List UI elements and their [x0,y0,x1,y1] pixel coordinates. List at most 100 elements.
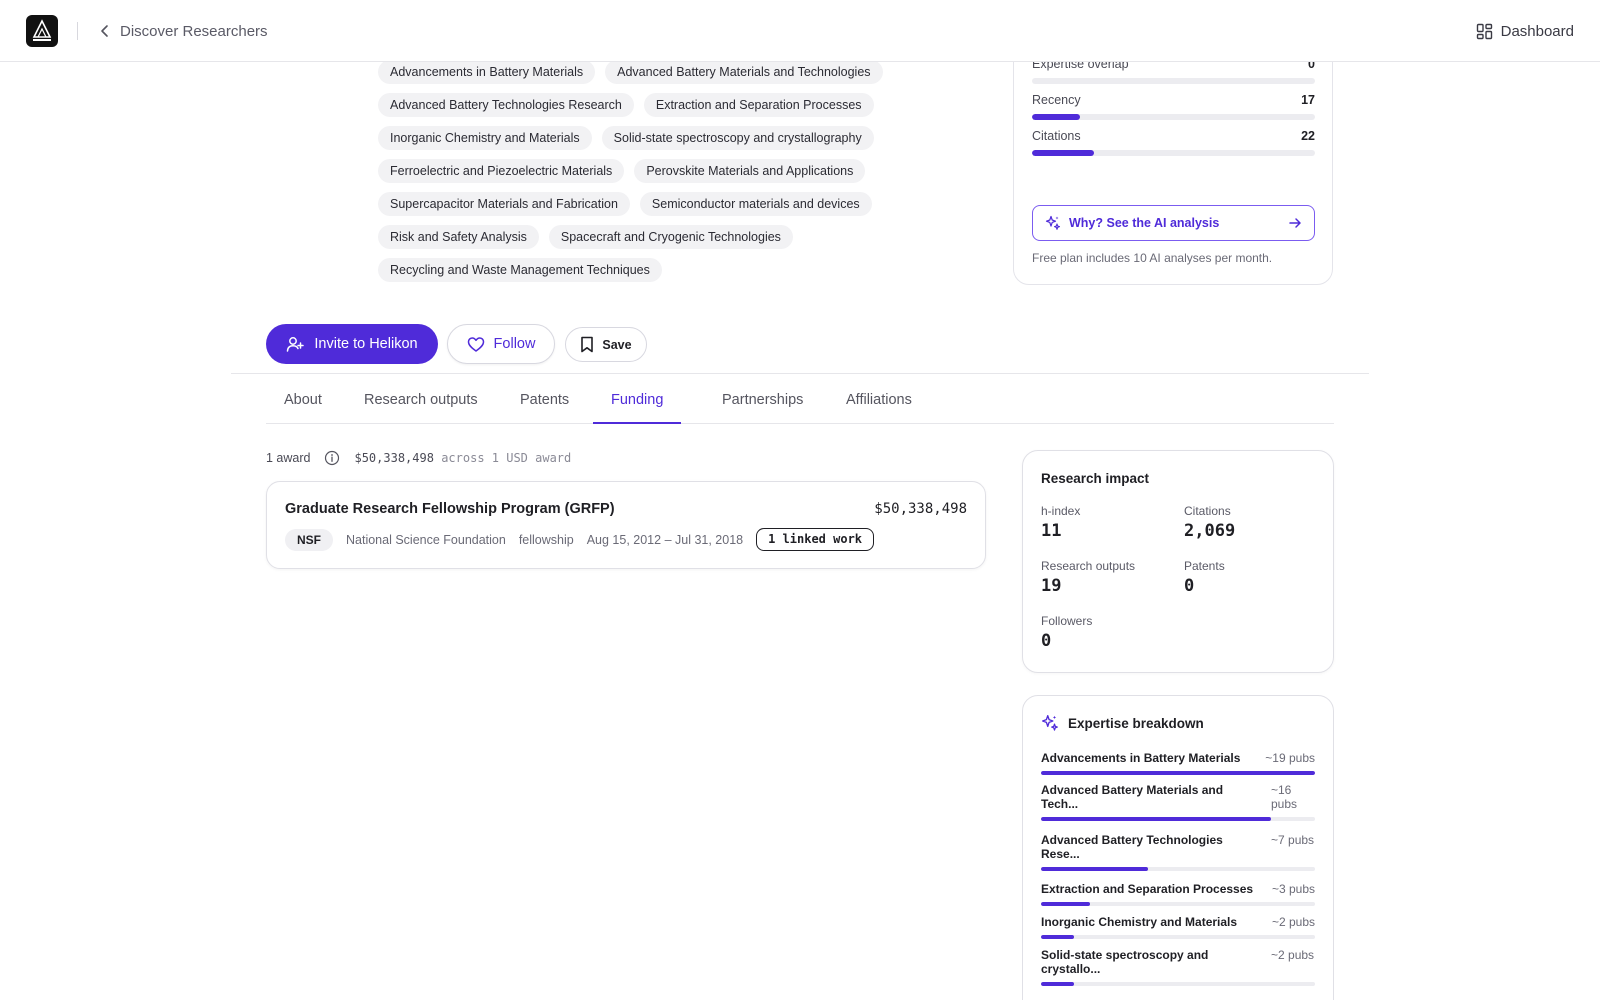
expertise-chip[interactable]: Semiconductor materials and devices [639,192,872,216]
funding-total-suffix: across 1 USD award [441,451,572,465]
sparkles-icon [1042,715,1058,731]
award-title: Graduate Research Fellowship Program (GR… [285,501,615,517]
expertise-chip[interactable]: Advanced Battery Technologies Research [378,93,634,117]
metric-value: 17 [1301,93,1315,107]
breakdown-track [1041,982,1315,986]
ai-analysis-label: Why? See the AI analysis [1069,216,1220,230]
breakdown-row: Extraction and Separation Processes ~3 pu… [1041,882,1315,896]
expertise-chip[interactable]: Spacecraft and Cryogenic Technologies [548,225,793,249]
award-dates: Aug 15, 2012 – Jul 31, 2018 [586,532,744,547]
expertise-breakdown-item: Advanced Battery Materials and Tech... ~1… [1041,783,1315,821]
breakdown-count: ~7 pubs [1271,833,1315,847]
expertise-tags: Advancements in Battery Materials Advance… [378,60,938,282]
stat-followers: Followers 0 [1041,614,1092,651]
back-to-discover-button[interactable]: Discover Researchers [98,18,268,44]
breakdown-row: Advanced Battery Technologies Rese... ~7 … [1041,833,1315,861]
ai-analysis-button[interactable]: Why? See the AI analysis [1032,205,1315,241]
stat-label: Research outputs [1041,559,1136,573]
metric-label: Recency [1032,93,1081,107]
stat-citations: Citations 2,069 [1184,504,1235,541]
breakdown-fill [1041,935,1074,939]
bookmark-icon [581,336,594,353]
tab-affiliations[interactable]: Affiliations [828,380,930,424]
expertise-chip[interactable]: Recycling and Waste Management Technique… [378,258,662,282]
expertise-chip[interactable]: Extraction and Separation Processes [643,93,874,117]
expertise-chip[interactable]: Inorganic Chemistry and Materials [378,126,592,150]
follow-button[interactable]: Follow [447,324,555,364]
breakdown-row: Advanced Battery Materials and Tech... ~1… [1041,783,1315,811]
stat-value: 2,069 [1184,521,1236,541]
metric-fill [1032,150,1095,156]
expertise-breakdown-item: Inorganic Chemistry and Materials ~2 pubs [1041,915,1315,939]
expertise-breakdown-item: Advanced Battery Technologies Rese... ~7 … [1041,833,1315,871]
award-amount: $50,338,498 [874,501,967,517]
breakdown-topic: Extraction and Separation Processes [1041,882,1254,896]
free-plan-note: Free plan includes 10 AI analyses per mo… [1032,251,1273,265]
invite-button[interactable]: Invite to Helikon [266,324,438,364]
breakdown-count: ~2 pubs [1271,915,1315,929]
stat-value: 19 [1041,576,1062,596]
expertise-chip[interactable]: Advancements in Battery Materials [378,60,596,84]
award-count: 1 award [266,451,311,465]
breakdown-fill [1041,867,1148,871]
stat-label: Followers [1041,614,1093,628]
stat-label: Citations [1184,504,1231,518]
metric-track [1032,78,1315,84]
breakdown-fill [1041,771,1315,775]
metric-fill [1032,114,1081,120]
info-icon[interactable] [324,450,340,466]
tab-patents[interactable]: Patents [502,380,587,424]
save-button[interactable]: Save [565,327,647,362]
expertise-chip[interactable]: Advanced Battery Materials and Technolog… [605,60,883,84]
funder-code-badge: NSF [285,528,333,551]
funding-total: $50,338,498 across 1 USD award [354,451,571,465]
breakdown-title: Expertise breakdown [1068,715,1204,731]
tab-partnerships[interactable]: Partnerships [704,380,821,424]
dashboard-label: Dashboard [1500,22,1574,40]
breakdown-topic: Inorganic Chemistry and Materials [1041,915,1238,929]
metric-track [1032,114,1315,120]
stat-label: Patents [1184,559,1225,573]
chevron-left-icon [101,25,108,37]
invite-label: Invite to Helikon [314,336,418,352]
save-label: Save [602,337,632,352]
follow-label: Follow [493,336,536,352]
expertise-breakdown-item: Extraction and Separation Processes ~3 pu… [1041,882,1315,906]
breakdown-track [1041,935,1315,939]
metric-row: Citations 22 [1032,129,1315,143]
match-metric: Citations 22 [1032,129,1315,156]
stat-h-index: h-index 11 [1041,504,1080,541]
metric-label: Citations [1032,129,1081,143]
expertise-breakdown-item: Advancements in Battery Materials ~19 pub… [1041,751,1315,775]
breakdown-row: Solid-state spectroscopy and crystallo..… [1041,948,1315,976]
stat-value: 0 [1041,631,1052,651]
tab-research-outputs[interactable]: Research outputs [346,380,496,424]
stat-patents: Patents 0 [1184,559,1225,596]
breakdown-count: ~2 pubs [1271,948,1315,962]
award-card[interactable]: Graduate Research Fellowship Program (GR… [266,481,986,569]
sparkles-icon [1045,215,1061,230]
breakdown-track [1041,902,1315,906]
stat-value: 11 [1041,521,1062,541]
metric-track [1032,150,1315,156]
stat-value: 0 [1184,576,1195,596]
funding-summary: 1 award $50,338,498 across 1 USD award [266,450,571,466]
expertise-chip[interactable]: Risk and Safety Analysis [378,225,539,249]
expertise-breakdown-item: Solid-state spectroscopy and crystallo..… [1041,948,1315,986]
stat-research-outputs: Research outputs 19 [1041,559,1135,596]
expertise-chip[interactable]: Ferroelectric and Piezoelectric Material… [378,159,625,183]
user-plus-icon [287,337,305,352]
expertise-chip[interactable]: Perovskite Materials and Applications [634,159,866,183]
tab-about[interactable]: About [266,380,340,424]
helikon-logo[interactable] [26,15,58,47]
expertise-chip[interactable]: Supercapacitor Materials and Fabrication [378,192,630,216]
breakdown-row: Advancements in Battery Materials ~19 pub… [1041,751,1315,765]
metric-value: 22 [1301,129,1315,143]
match-metric: Recency 17 [1032,93,1315,120]
linked-work-button[interactable]: 1 linked work [756,528,875,551]
breakdown-track [1041,867,1315,871]
dashboard-link[interactable]: Dashboard [1476,18,1574,44]
tab-funding[interactable]: Funding [593,380,682,424]
expertise-chip[interactable]: Solid-state spectroscopy and crystallogr… [601,126,874,150]
topbar-divider [77,22,78,40]
